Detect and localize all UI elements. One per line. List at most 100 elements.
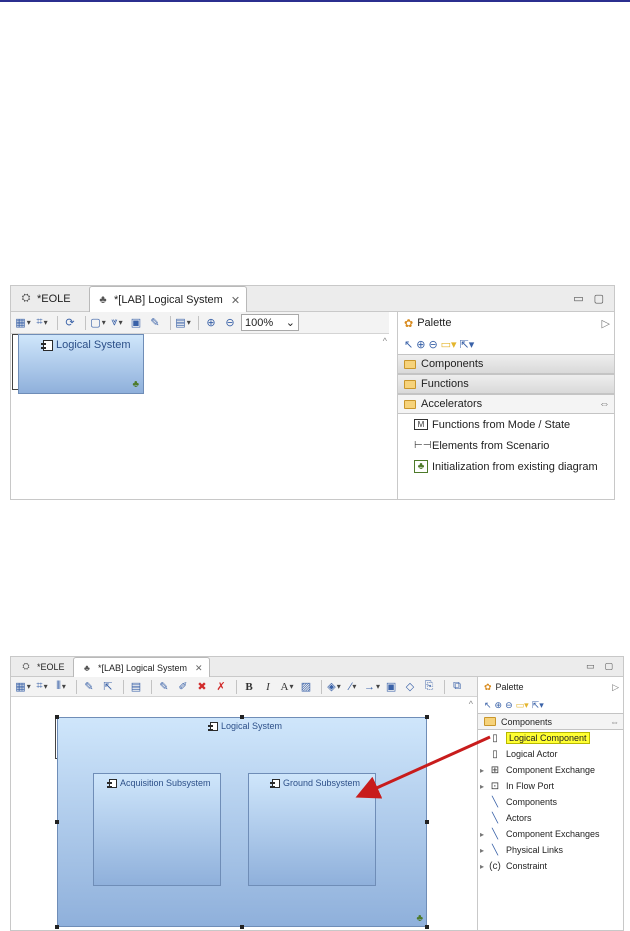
palette-item-components[interactable]: ╲ Components <box>478 794 623 810</box>
selection-handle[interactable] <box>55 820 59 824</box>
palette-item-component-exchange[interactable]: ▸ ⊞ Component Exchange <box>478 762 623 778</box>
image-icon[interactable]: ▣ <box>383 679 399 695</box>
note-tool-icon[interactable]: ▭▾ <box>441 338 457 351</box>
pin-tool-icon[interactable]: ✎ <box>156 679 172 695</box>
delete-icon[interactable]: ✖ <box>194 679 210 695</box>
line-color-icon[interactable]: ⁄ <box>345 679 361 695</box>
italic-icon[interactable]: I <box>260 679 276 695</box>
maximize-icon[interactable]: ▢ <box>594 292 604 305</box>
selection-handle[interactable] <box>55 925 59 929</box>
zoom-select[interactable]: 100% ⌄ <box>241 314 299 331</box>
refresh-icon[interactable]: ⟳ <box>62 315 78 331</box>
link-tool-icon[interactable]: ⇱▾ <box>532 700 544 711</box>
selection-handle[interactable] <box>240 715 244 719</box>
copy-format-icon[interactable]: ⎘ <box>421 679 437 695</box>
zoom-out-tool-icon[interactable]: ⊖ <box>428 338 437 351</box>
selection-handle[interactable] <box>55 715 59 719</box>
diagram-canvas[interactable]: Logical System ♣ ^ <box>11 334 391 499</box>
palette-item-logical-component[interactable]: ▯ Logical Component <box>478 730 623 746</box>
logical-system-box[interactable]: Logical System Acquisition Subsystem Gro… <box>57 717 427 927</box>
palette-title: Palette <box>495 682 524 692</box>
properties-icon[interactable]: ▤ <box>128 679 144 695</box>
palette-item-functions-from-mode[interactable]: M Functions from Mode / State <box>398 414 614 435</box>
tab-logical-system[interactable]: ♣ *[LAB] Logical System ✕ <box>89 286 248 313</box>
link-tool-icon[interactable]: ⇱▾ <box>460 338 475 351</box>
expand-icon[interactable]: ▸ <box>480 862 488 871</box>
selection-handle[interactable] <box>240 925 244 929</box>
palette-item-component-exchanges[interactable]: ▸ ╲ Component Exchanges <box>478 826 623 842</box>
palette-item-constraint[interactable]: ▸ (c) Constraint <box>478 858 623 874</box>
minimize-icon[interactable]: ▭ <box>586 661 595 672</box>
selection-handle[interactable] <box>425 820 429 824</box>
palette-item-label: Logical Component <box>506 732 590 744</box>
palette-panel: ✿ Palette ▷ ↖ ⊕ ⊖ ▭▾ ⇱▾ Components Funct… <box>397 312 614 499</box>
edit-icon[interactable]: ✎ <box>147 315 163 331</box>
tab-logical-system[interactable]: ♣ *[LAB] Logical System ✕ <box>73 657 210 678</box>
close-icon[interactable]: ✕ <box>195 663 203 674</box>
arrange-icon[interactable]: ▦ <box>15 315 31 331</box>
scroll-up-icon[interactable]: ^ <box>469 699 473 709</box>
distribute-icon[interactable]: ⦀ <box>53 679 69 695</box>
drawer-components[interactable]: Components <box>398 354 614 374</box>
tab-eole[interactable]: ⛭ *EOLE <box>13 286 77 311</box>
acquisition-subsystem-box[interactable]: Acquisition Subsystem <box>93 773 221 886</box>
minimize-icon[interactable]: ▭ <box>573 292 583 305</box>
font-color-icon[interactable]: A <box>279 679 295 695</box>
palette-item-initialization[interactable]: ♣ Initialization from existing diagram <box>398 456 614 477</box>
chevron-down-icon: ⌄ <box>285 317 295 329</box>
selection-handle[interactable] <box>425 925 429 929</box>
layers-icon[interactable]: ▢ <box>90 315 106 331</box>
export-image-icon[interactable]: ▣ <box>128 315 144 331</box>
expand-icon[interactable]: ▸ <box>480 766 488 775</box>
pin-icon[interactable]: ⇔ <box>610 717 619 727</box>
palette-item-actors[interactable]: ╲ Actors <box>478 810 623 826</box>
arrange-icon[interactable]: ▦ <box>15 679 31 695</box>
zoom-in-tool-icon[interactable]: ⊕ <box>416 338 425 351</box>
close-icon[interactable]: ✕ <box>231 294 240 307</box>
edit-icon[interactable]: ✎ <box>81 679 97 695</box>
delete-from-model-icon[interactable]: ✗ <box>213 679 229 695</box>
filter-icon[interactable]: ⩔ <box>109 315 125 331</box>
zoom-in-tool-icon[interactable]: ⊕ <box>495 700 503 711</box>
line-style-icon[interactable]: → <box>364 679 380 695</box>
drawer-functions[interactable]: Functions <box>398 374 614 394</box>
fill-color-icon[interactable]: ◈ <box>326 679 342 695</box>
paste-icon[interactable]: ▤ <box>175 315 191 331</box>
maximize-icon[interactable]: ▢ <box>604 661 613 672</box>
top-border-line <box>0 0 630 2</box>
unpin-tool-icon[interactable]: ✐ <box>175 679 191 695</box>
collapse-palette-icon[interactable]: ▷ <box>602 317 610 330</box>
zoom-out-tool-icon[interactable]: ⊖ <box>505 700 513 711</box>
note-tool-icon[interactable]: ▭▾ <box>516 700 529 711</box>
palette-item-in-flow-port[interactable]: ▸ ⊡ In Flow Port <box>478 778 623 794</box>
size-icon[interactable]: ⧉ <box>449 679 465 695</box>
palette-item-logical-actor[interactable]: ▯ Logical Actor <box>478 746 623 762</box>
drawer-components[interactable]: Components ⇔ <box>478 713 623 730</box>
logical-system-box[interactable]: Logical System ♣ <box>18 334 144 394</box>
zoom-in-icon[interactable]: ⊕ <box>203 315 219 331</box>
style-icon[interactable]: ◇ <box>402 679 418 695</box>
tab-eole[interactable]: ⛭ *EOLE <box>13 657 71 676</box>
palette-item-physical-links[interactable]: ▸ ╲ Physical Links <box>478 842 623 858</box>
scroll-up-icon[interactable]: ^ <box>383 336 387 346</box>
bold-icon[interactable]: B <box>241 679 257 695</box>
selection-handle[interactable] <box>425 715 429 719</box>
toolbar-separator <box>321 679 322 694</box>
diagram-canvas[interactable]: Logical System Acquisition Subsystem Gro… <box>11 697 477 930</box>
layout-icon[interactable]: ⌗ <box>34 315 50 331</box>
font-icon[interactable]: ▨ <box>298 679 314 695</box>
select-tool-icon[interactable]: ↖ <box>484 700 492 711</box>
palette-item-elements-from-scenario[interactable]: ⊢⊣ Elements from Scenario <box>398 435 614 456</box>
link-icon: ╲ <box>491 796 499 808</box>
expand-icon[interactable]: ▸ <box>480 782 488 791</box>
collapse-palette-icon[interactable]: ▷ <box>612 682 619 693</box>
select-tool-icon[interactable]: ↖ <box>404 338 413 351</box>
drawer-accelerators[interactable]: Accelerators ⇔ <box>398 394 614 414</box>
ground-subsystem-box[interactable]: Ground Subsystem <box>248 773 376 886</box>
layout-icon[interactable]: ⌗ <box>34 679 50 695</box>
export-icon[interactable]: ⇱ <box>100 679 116 695</box>
expand-icon[interactable]: ▸ <box>480 846 488 855</box>
expand-icon[interactable]: ▸ <box>480 830 488 839</box>
pin-icon[interactable]: ⇔ <box>599 398 610 410</box>
zoom-out-icon[interactable]: ⊖ <box>222 315 238 331</box>
